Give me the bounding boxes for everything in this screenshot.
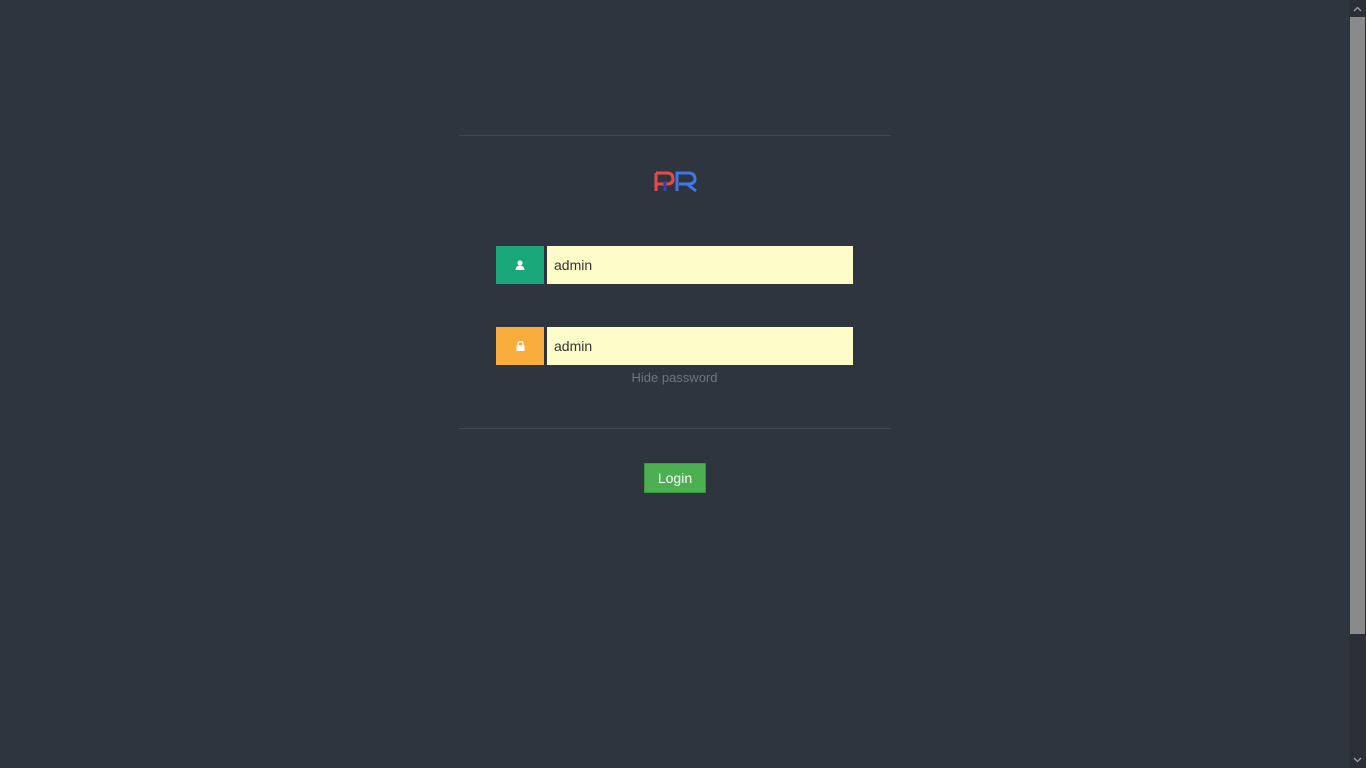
scroll-thumb[interactable]	[1350, 17, 1365, 634]
logo-graphic	[654, 171, 697, 193]
login-page: Hide password Login	[0, 0, 1366, 768]
login-button[interactable]: Login	[644, 463, 706, 493]
username-row	[496, 246, 853, 284]
bottom-divider	[459, 428, 891, 429]
password-input[interactable]	[547, 327, 853, 365]
vertical-scrollbar[interactable]	[1349, 0, 1366, 768]
top-divider	[459, 135, 891, 136]
logo	[653, 171, 699, 193]
password-row	[496, 327, 853, 365]
user-icon	[496, 246, 544, 284]
scroll-up-icon[interactable]	[1349, 0, 1366, 17]
hide-password-link[interactable]: Hide password	[496, 370, 853, 385]
scroll-down-icon[interactable]	[1349, 751, 1366, 768]
username-input[interactable]	[547, 246, 853, 284]
lock-icon	[496, 327, 544, 365]
